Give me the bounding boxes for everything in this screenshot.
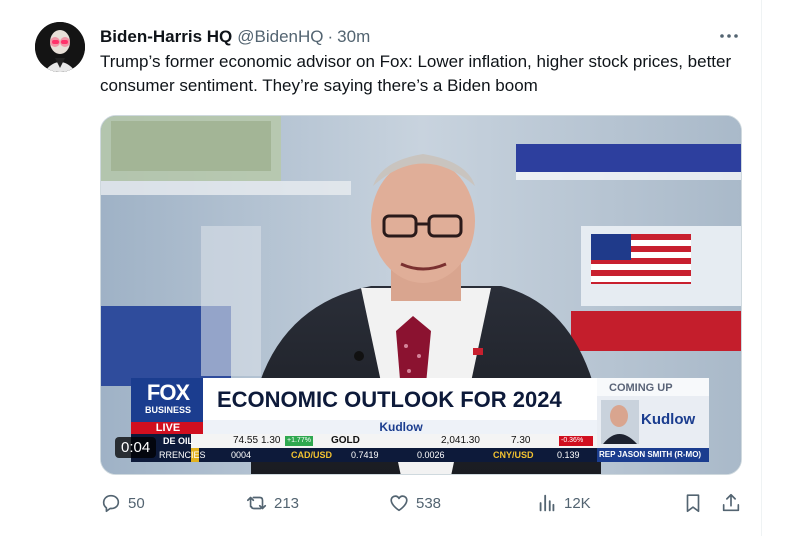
tweet[interactable]: Biden-Harris HQ @BidenHQ · 30m Trump’s f…: [0, 0, 762, 536]
like-button[interactable]: 538: [388, 492, 441, 514]
video-duration: 0:04: [115, 437, 157, 458]
share-button[interactable]: [720, 492, 748, 514]
tweet-header: Biden-Harris HQ @BidenHQ · 30m: [100, 26, 741, 48]
like-count: 538: [416, 494, 442, 512]
avatar-image: [35, 22, 85, 72]
ticker-currencies-value: 0004: [231, 450, 252, 460]
separator-dot: ·: [327, 27, 334, 46]
fox-logo: FOX: [146, 380, 190, 405]
chyron-headline: ECONOMIC OUTLOOK FOR 2024: [217, 387, 562, 412]
views-button[interactable]: 12K: [536, 492, 591, 514]
tweet-actions: 50 213 538 12K: [100, 492, 745, 518]
ticker-oil-pct: +1.77%: [287, 437, 311, 444]
ticker-oil-value: 74.55: [233, 435, 259, 446]
ticker-gold-value: 2,041.30: [441, 435, 480, 446]
heart-icon: [390, 495, 408, 512]
coming-up-label: COMING UP: [609, 382, 673, 394]
retweet-button[interactable]: 213: [246, 492, 299, 514]
video-player[interactable]: FOX BUSINESS LIVE ECONOMIC OUTLOOK FOR 2…: [100, 115, 742, 475]
live-badge: LIVE: [155, 422, 181, 434]
tweet-text: Trump’s former economic advisor on Fox: …: [100, 52, 732, 95]
ticker-cad-label: CAD/USD: [291, 450, 333, 460]
show-name: Kudlow: [379, 420, 423, 434]
ticker-gold-change: 7.30: [511, 435, 531, 446]
views-count: 12K: [564, 494, 591, 512]
reply-icon: [102, 494, 120, 513]
ticker-cny-label: CNY/USD: [493, 450, 534, 460]
more-icon[interactable]: [717, 24, 741, 48]
share-icon: [722, 493, 740, 512]
author-handle[interactable]: @BidenHQ: [237, 27, 323, 47]
avatar[interactable]: [35, 22, 85, 72]
fox-business-label: BUSINESS: [144, 405, 191, 415]
reply-count: 50: [128, 494, 145, 512]
ticker-cad-change: 0.0026: [417, 450, 445, 460]
retweet-icon: [247, 496, 267, 510]
ticker-oil-change: 1.30: [261, 435, 281, 446]
guest-name: REP JASON SMITH (R-MO): [599, 450, 702, 459]
ticker-gold-label: GOLD: [331, 435, 360, 446]
ticker-oil-label: DE OIL: [163, 436, 194, 446]
coming-show: Kudlow: [641, 411, 696, 428]
bookmark-icon: [686, 494, 700, 513]
retweet-count: 213: [274, 494, 300, 512]
ticker-cad-value: 0.7419: [351, 450, 379, 460]
reply-button[interactable]: 50: [100, 492, 145, 514]
ticker-gold-pct: -0.36%: [561, 437, 584, 444]
ticker-cny-value: 0.139: [557, 450, 580, 460]
bookmark-button[interactable]: [682, 492, 710, 514]
ticker-currencies-label: RRENCIES: [159, 450, 206, 460]
author-name[interactable]: Biden-Harris HQ: [100, 27, 232, 47]
timestamp[interactable]: 30m: [337, 27, 370, 47]
views-icon: [539, 494, 555, 512]
